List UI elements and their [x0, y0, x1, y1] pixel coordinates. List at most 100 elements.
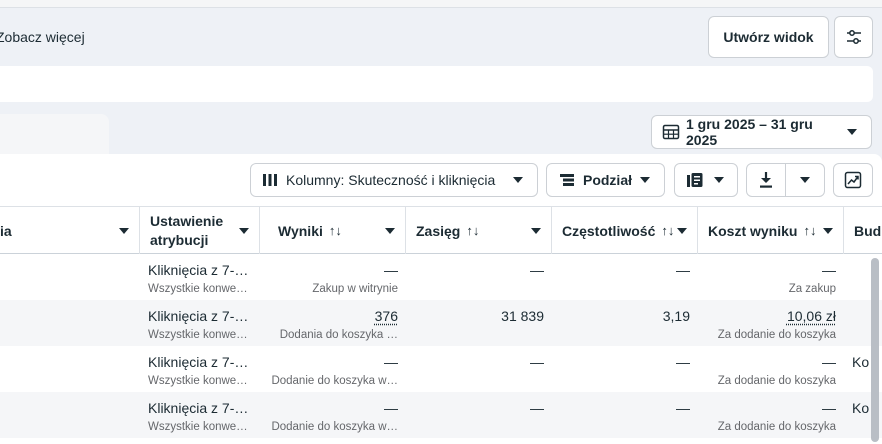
- column-header-label: ia: [0, 222, 12, 239]
- cost-type: Za dodanie do koszyka: [717, 421, 836, 433]
- results-type: Zakup w witrynie: [312, 283, 398, 295]
- chevron-down-icon[interactable]: [385, 228, 395, 234]
- table-scrollbar[interactable]: [871, 258, 879, 442]
- chevron-down-icon[interactable]: [239, 228, 249, 234]
- columns-label: Kolumny: Skuteczność i kliknięcia: [286, 172, 496, 188]
- export-button[interactable]: [747, 164, 785, 196]
- cell-cost-per-result: 10,06 zł Za dodanie do koszyka: [698, 300, 844, 346]
- results-value: —: [384, 400, 398, 416]
- table-row[interactable]: Kliknięcia z 7-… Wszystkie konwe… — Dodanie…: [0, 392, 882, 438]
- column-header-label: Częstotliwość: [562, 222, 656, 239]
- cell-frequency: —: [552, 346, 698, 392]
- cost-value: —: [822, 354, 836, 370]
- search-filter-bar[interactable]: [0, 66, 873, 102]
- column-header-name[interactable]: ia: [0, 207, 140, 254]
- reach-value: 31 839: [501, 308, 544, 324]
- results-type: Dodania do koszyka …: [279, 329, 398, 341]
- reports-icon: [687, 173, 703, 187]
- column-header-label: Zasięg: [416, 222, 461, 239]
- budget-value: Ko: [852, 354, 870, 370]
- cell-cost-per-result: — Za dodanie do koszyka: [698, 392, 844, 438]
- table-header: ia Ustawienie atrybucji Wyniki ↑↓ Zasięg…: [0, 206, 882, 254]
- cost-value: 10,06 zł: [786, 308, 836, 324]
- cost-value: —: [822, 400, 836, 416]
- frequency-value: —: [676, 262, 690, 278]
- view-settings-button[interactable]: [834, 16, 873, 58]
- sliders-icon: [846, 30, 861, 44]
- column-header-reach[interactable]: Zasięg ↑↓: [406, 207, 552, 254]
- cost-type: Za dodanie do koszyka: [717, 375, 836, 387]
- cost-type: Za dodanie do koszyka: [717, 329, 836, 341]
- cell-reach: —: [406, 392, 552, 438]
- cell-reach: —: [406, 346, 552, 392]
- chevron-down-icon[interactable]: [677, 228, 687, 234]
- cell-results: — Zakup w witrynie: [260, 254, 406, 300]
- sort-icon[interactable]: ↑↓: [466, 223, 479, 238]
- results-type: Dodanie do koszyka w…: [271, 421, 398, 433]
- active-tab[interactable]: [0, 114, 109, 156]
- column-header-label: Koszt wyniku: [708, 222, 798, 239]
- column-header-frequency[interactable]: Częstotliwość ↑↓: [552, 207, 698, 254]
- cell-reach: —: [406, 254, 552, 300]
- chevron-down-icon: [714, 177, 724, 183]
- sort-icon[interactable]: ↑↓: [661, 223, 674, 238]
- chevron-down-icon[interactable]: [823, 228, 833, 234]
- column-header-results[interactable]: Wyniki ↑↓: [260, 207, 406, 254]
- table-row[interactable]: Kliknięcia z 7-… Wszystkie konwe… — Zakup w…: [0, 254, 882, 300]
- chevron-down-icon[interactable]: [531, 228, 541, 234]
- cell-attribution: Kliknięcia z 7-… Wszystkie konwe…: [140, 300, 260, 346]
- export-options-button[interactable]: [785, 164, 824, 196]
- breakdown-dropdown[interactable]: Podział: [546, 163, 665, 197]
- cell-results: — Dodanie do koszyka w…: [260, 392, 406, 438]
- attribution-detail: Wszystkie konwe…: [148, 329, 248, 341]
- table-row[interactable]: Kliknięcia z 7-… Wszystkie konwe… 376 Dodan…: [0, 300, 882, 346]
- cell-results: 376 Dodania do koszyka …: [260, 300, 406, 346]
- results-value: —: [384, 262, 398, 278]
- column-header-cost-per-result[interactable]: Koszt wyniku ↑↓: [698, 207, 844, 254]
- chevron-down-icon: [847, 129, 857, 135]
- column-header-label: Wyniki: [278, 222, 323, 239]
- cell-results: — Dodanie do koszyka w…: [260, 346, 406, 392]
- chevron-down-icon[interactable]: [119, 228, 129, 234]
- download-icon: [760, 172, 772, 188]
- cell-reach: 31 839: [406, 300, 552, 346]
- breakdown-icon: [559, 174, 574, 186]
- sort-icon[interactable]: ↑↓: [803, 223, 816, 238]
- reach-value: —: [530, 354, 544, 370]
- column-header-label: Ustawienie atrybucji: [150, 212, 224, 248]
- reach-value: —: [530, 400, 544, 416]
- data-table: ia Ustawienie atrybucji Wyniki ↑↓ Zasięg…: [0, 206, 882, 444]
- attribution-value: Kliknięcia z 7-…: [148, 400, 249, 416]
- create-view-button[interactable]: Utwórz widok: [708, 16, 829, 58]
- attribution-value: Kliknięcia z 7-…: [148, 354, 249, 370]
- cost-type: Za zakup: [788, 283, 836, 295]
- frequency-value: —: [676, 400, 690, 416]
- cell-frequency: —: [552, 254, 698, 300]
- cell-cost-per-result: — Za dodanie do koszyka: [698, 346, 844, 392]
- results-value: 376: [374, 308, 398, 324]
- cell-attribution: Kliknięcia z 7-… Wszystkie konwe…: [140, 254, 260, 300]
- chart-icon: [844, 171, 862, 189]
- columns-dropdown[interactable]: Kolumny: Skuteczność i kliknięcia: [250, 163, 538, 197]
- sort-icon[interactable]: ↑↓: [329, 223, 342, 238]
- top-divider: [0, 0, 882, 8]
- calendar-icon: [662, 124, 680, 140]
- results-value: —: [384, 354, 398, 370]
- column-header-label: Bud: [854, 222, 882, 239]
- table-row[interactable]: Kliknięcia z 7-… Wszystkie konwe… — Dodanie…: [0, 346, 882, 392]
- cell-frequency: 3,19: [552, 300, 698, 346]
- attribution-value: Kliknięcia z 7-…: [148, 308, 249, 324]
- reports-dropdown[interactable]: [674, 163, 738, 197]
- date-range-picker[interactable]: 1 gru 2025 – 31 gru 2025: [651, 115, 872, 149]
- column-header-budget[interactable]: Bud: [844, 207, 882, 254]
- attribution-detail: Wszystkie konwe…: [148, 283, 248, 295]
- cell-attribution: Kliknięcia z 7-… Wszystkie konwe…: [140, 346, 260, 392]
- chart-view-button[interactable]: [833, 163, 873, 197]
- columns-icon: [263, 174, 277, 186]
- chevron-down-icon: [640, 177, 650, 183]
- budget-value: Ko: [852, 400, 870, 416]
- reach-value: —: [530, 262, 544, 278]
- chevron-down-icon: [513, 177, 523, 183]
- column-header-attribution[interactable]: Ustawienie atrybucji: [140, 207, 260, 254]
- see-more-link[interactable]: Zobacz więcej: [0, 29, 85, 45]
